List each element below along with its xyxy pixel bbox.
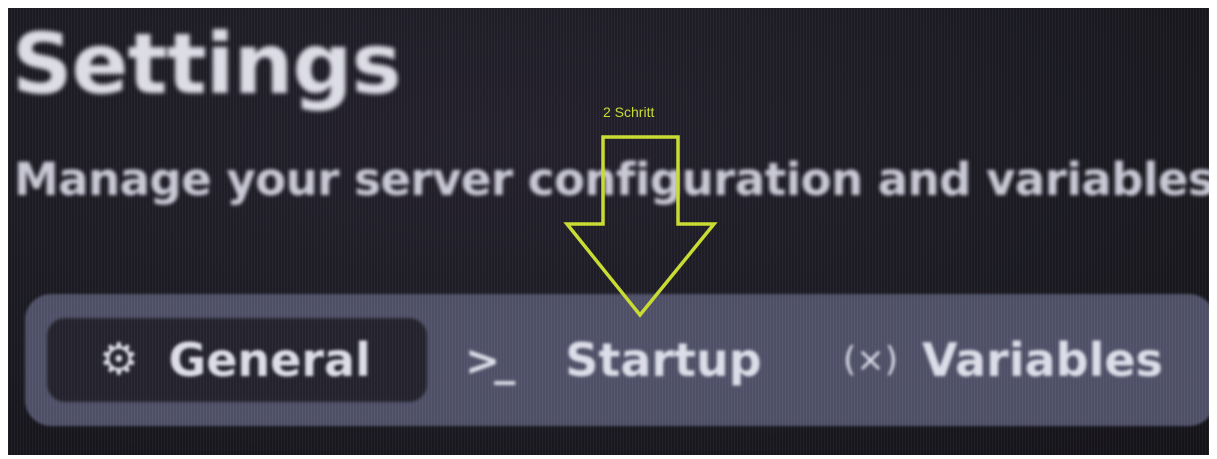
tab-startup-label: Startup: [565, 333, 762, 387]
terminal-icon: >_: [465, 335, 515, 385]
tab-startup[interactable]: >_ Startup: [465, 318, 762, 402]
gear-icon: ⚙: [99, 334, 139, 385]
page-title: Settings: [12, 15, 401, 113]
page-subtitle: Manage your server configuration and var…: [14, 153, 1209, 206]
tab-variables[interactable]: (×) Variables: [843, 318, 1163, 402]
settings-tabbar: ⚙ General >_ Startup (×) Variables: [25, 294, 1209, 426]
variables-icon: (×): [843, 340, 899, 380]
tab-variables-label: Variables: [922, 333, 1163, 387]
tab-general-label: General: [168, 333, 371, 387]
screenshot-photo: Settings Manage your server configuratio…: [8, 8, 1209, 455]
tab-general[interactable]: ⚙ General: [47, 318, 427, 402]
annotation-label: 2 Schritt: [603, 104, 655, 120]
